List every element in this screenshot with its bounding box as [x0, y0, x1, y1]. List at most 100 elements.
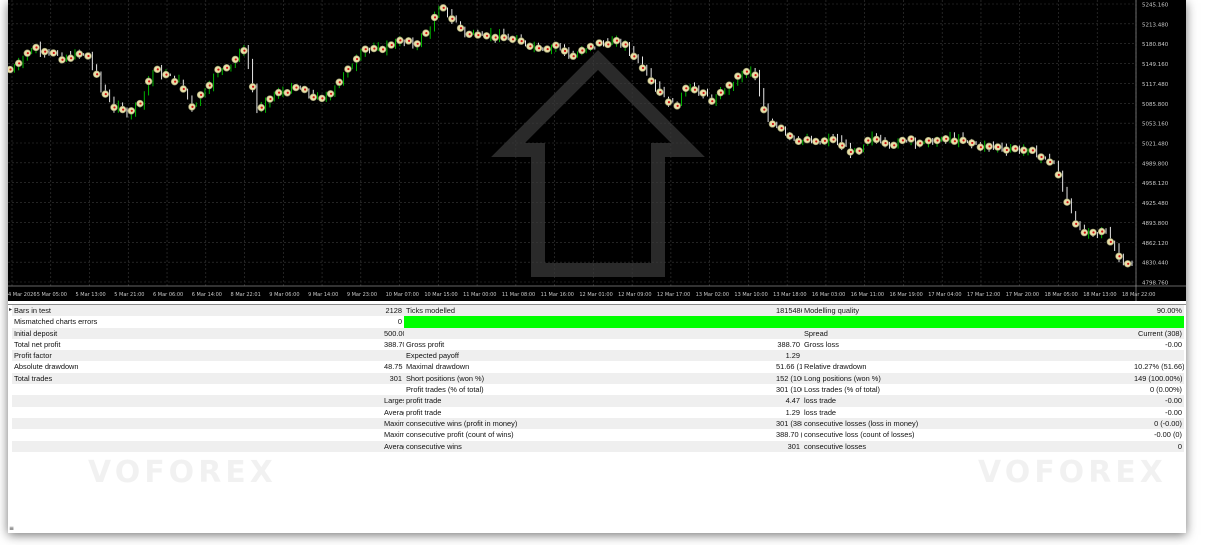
report-panel: ▸ ≡ VOFOREX VOFOREX Bars in test 2128 Tick…	[8, 304, 1186, 533]
trade-marker-dot	[355, 57, 359, 61]
report-label: Expected payoff	[404, 350, 774, 362]
time-label: 16 Mar 03:00	[812, 292, 845, 298]
trade-marker-dot	[329, 92, 333, 95]
time-label: 18 Mar 05:00	[1044, 292, 1077, 298]
report-row: Averageconsecutive wins301consecutive lo…	[12, 440, 1184, 452]
time-label: 12 Mar 09:00	[618, 292, 651, 298]
trade-marker-dot	[1023, 149, 1026, 152]
trade-marker-dot	[1005, 148, 1008, 152]
report-corner-marker: ▸	[9, 306, 13, 313]
time-label: 12 Mar 17:00	[657, 292, 690, 298]
price-label: 5180.840	[1142, 42, 1169, 48]
trade-marker-dot	[650, 79, 653, 82]
time-label: 4 Mar 2026	[8, 292, 37, 298]
trade-marker-dot	[174, 80, 177, 83]
report-label: Profit factor	[12, 350, 382, 362]
trade-marker-dot	[191, 105, 194, 108]
report-value: 10.27% (51.66)	[1132, 361, 1184, 373]
time-label: 9 Mar 23:00	[347, 292, 377, 298]
trade-marker-dot	[884, 142, 887, 145]
price-label: 5085.800	[1142, 102, 1169, 108]
trade-marker-dot	[70, 57, 73, 60]
trade-marker-dot	[789, 134, 792, 138]
trade-marker-dot	[303, 88, 307, 91]
report-label: consecutive losses	[802, 440, 1132, 452]
time-label: 13 Mar 18:00	[773, 292, 806, 298]
report-label: consecutive loss (count of losses)	[802, 429, 1132, 441]
trade-marker-dot	[771, 122, 775, 126]
trade-marker-dot	[754, 74, 757, 77]
trade-marker-dot	[269, 97, 272, 101]
trade-marker-dot	[858, 149, 861, 152]
time-label: 10 Mar 07:00	[386, 292, 419, 298]
price-label: 5245.160	[1142, 3, 1169, 9]
trade-marker-dot	[641, 66, 645, 70]
price-chart[interactable]: 5245.160 5213.480 5180.840 5149.160 5117.480…	[8, 0, 1186, 301]
report-value: Maximal	[382, 429, 404, 441]
trade-marker-dot	[321, 97, 324, 100]
trade-marker-dot	[52, 51, 55, 55]
trade-marker-dot	[615, 39, 619, 42]
time-label: 13 Mar 02:00	[696, 292, 729, 298]
report-label: consecutive wins	[404, 440, 774, 452]
trade-marker-dot	[875, 138, 879, 141]
report-bottom-marker: ≡	[9, 525, 15, 532]
report-value: Maximum	[382, 417, 404, 430]
trade-marker-dot	[624, 43, 627, 46]
trade-marker-dot	[841, 144, 844, 147]
trade-marker-dot	[35, 46, 38, 49]
report-label: Mismatched charts errors	[12, 316, 382, 328]
trade-marker-dot	[806, 138, 809, 141]
report-label	[12, 417, 382, 430]
trade-marker-dot	[763, 108, 766, 111]
report-label: Total net profit	[12, 338, 382, 351]
report-value: 301	[774, 440, 802, 452]
trade-marker-dot	[919, 142, 922, 145]
time-label: 16 Mar 11:00	[851, 292, 884, 298]
trade-marker-dot	[139, 102, 142, 105]
trade-marker-dot	[659, 90, 662, 94]
price-label: 5213.480	[1142, 22, 1169, 28]
trade-marker-dot	[485, 34, 489, 37]
trade-marker-dot	[667, 100, 671, 104]
modelling-quality-bar	[404, 316, 1184, 328]
time-label: 9 Mar 06:00	[269, 292, 299, 298]
trade-marker-dot	[936, 139, 939, 142]
report-value: 388.70 (301)	[774, 429, 802, 441]
trade-marker-dot	[96, 73, 99, 76]
report-value: 0	[1132, 440, 1184, 452]
report-label: consecutive profit (count of wins)	[404, 429, 774, 441]
trade-marker-dot	[113, 106, 116, 109]
report-value: -0.00 (0)	[1132, 429, 1184, 441]
time-label: 9 Mar 14:00	[308, 292, 338, 298]
trade-marker-dot	[1092, 231, 1095, 234]
time-label: 18 Mar 22:00	[1122, 292, 1155, 298]
report-row: Total trades 301 Short positions (won %) 15…	[12, 372, 1184, 385]
trade-marker-dot	[243, 49, 246, 52]
trade-marker-dot	[719, 91, 723, 94]
trade-marker-dot	[563, 49, 567, 53]
trade-marker-dot	[182, 87, 185, 91]
trade-marker-dot	[200, 93, 203, 96]
report-label: Loss trades (% of total)	[802, 384, 1132, 396]
trade-marker-dot	[104, 93, 107, 96]
trade-marker-dot	[901, 139, 905, 142]
trade-marker-dot	[511, 38, 515, 41]
report-value: Average	[382, 406, 404, 418]
time-label: 16 Mar 19:00	[889, 292, 922, 298]
price-label: 5053.160	[1142, 122, 1169, 128]
report-label: Modelling quality	[802, 305, 1132, 317]
price-label: 4830.440	[1142, 261, 1169, 267]
tester-window: 5245.160 5213.480 5180.840 5149.160 5117.480…	[8, 0, 1186, 533]
price-label: 4893.800	[1142, 221, 1169, 227]
time-label: 10 Mar 15:00	[424, 292, 457, 298]
trade-marker-dot	[18, 62, 21, 65]
report-value: 90.00%	[1132, 305, 1184, 317]
trade-marker-dot	[815, 140, 818, 143]
trade-marker-dot	[607, 43, 610, 46]
trade-marker-dot	[1101, 230, 1104, 233]
trade-marker-dot	[78, 52, 81, 56]
report-label: Relative drawdown	[802, 361, 1132, 373]
report-label: loss trade	[802, 395, 1132, 407]
report-value	[1132, 350, 1184, 362]
